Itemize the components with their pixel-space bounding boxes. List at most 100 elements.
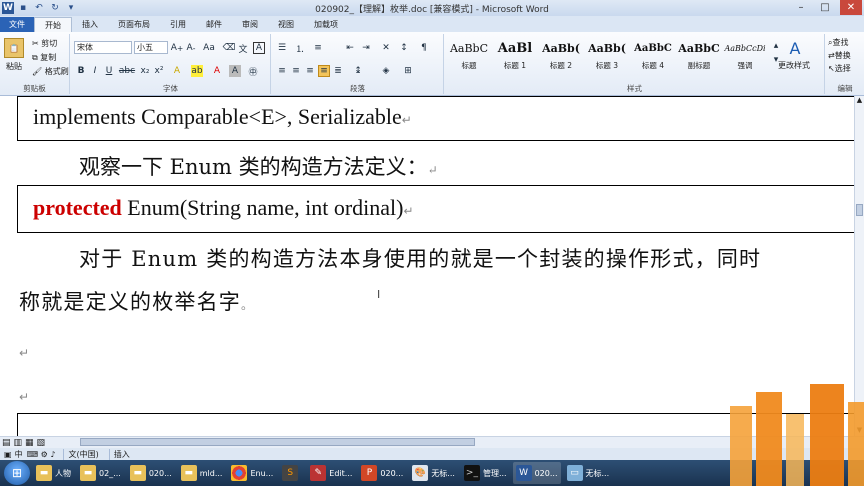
decrease-indent-icon[interactable]: ⇤ bbox=[344, 42, 356, 54]
align-center-icon[interactable]: ≡ bbox=[290, 65, 302, 77]
taskbar-item[interactable]: >_ 管理... bbox=[461, 462, 510, 484]
multilevel-list-icon[interactable]: ≡ bbox=[312, 42, 324, 54]
style-heading-1[interactable]: AaBl 标题 1 bbox=[493, 38, 537, 76]
style-title[interactable]: AaBbC 标题 bbox=[447, 38, 491, 76]
align-left-icon[interactable]: ≡ bbox=[276, 65, 288, 77]
highlight-icon[interactable]: ab bbox=[191, 65, 203, 77]
char-border-icon[interactable]: A bbox=[253, 42, 265, 54]
undo-icon[interactable]: ↶ bbox=[32, 2, 46, 14]
save-icon[interactable]: ▪ bbox=[16, 2, 30, 14]
shrink-font-icon[interactable]: A- bbox=[185, 42, 197, 54]
task-label: 无标... bbox=[585, 468, 610, 478]
view-outline-icon[interactable]: ▥ bbox=[14, 438, 23, 448]
text-effects-icon[interactable]: A bbox=[171, 65, 183, 77]
tab-mailings[interactable]: 邮件 bbox=[196, 17, 232, 32]
style-subtitle[interactable]: AaBbC 副标题 bbox=[677, 38, 721, 76]
shading-icon[interactable]: ◈ bbox=[380, 65, 392, 77]
bullets-icon[interactable]: ☰ bbox=[276, 42, 288, 54]
find-button[interactable]: ⌕ 查找 bbox=[828, 37, 848, 48]
enclose-char-icon[interactable]: ㊥ bbox=[247, 65, 259, 78]
taskbar-item[interactable]: P 020... bbox=[358, 462, 406, 484]
view-web-icon[interactable]: ▧ bbox=[37, 438, 46, 448]
chinese-layout-icon[interactable]: ✕ bbox=[380, 42, 392, 54]
font-size-select[interactable]: 小五 bbox=[134, 41, 168, 54]
change-case-icon[interactable]: Aa bbox=[203, 42, 215, 54]
grow-font-icon[interactable]: A + bbox=[171, 42, 183, 54]
horizontal-scroll-thumb[interactable] bbox=[80, 438, 475, 446]
status-ime-icon[interactable]: ▣ bbox=[4, 450, 12, 459]
tab-home[interactable]: 开始 bbox=[34, 17, 72, 32]
vertical-scroll-thumb[interactable] bbox=[856, 204, 863, 216]
borders-icon[interactable]: ⊞ bbox=[402, 65, 414, 77]
char-shading-icon[interactable]: A bbox=[229, 65, 241, 77]
taskbar-item[interactable]: ▬ mld... bbox=[178, 462, 226, 484]
taskbar-item[interactable]: ▬ 020... bbox=[127, 462, 175, 484]
style-name: 强调 bbox=[737, 61, 753, 70]
scroll-up-icon[interactable]: ▲ bbox=[855, 96, 864, 106]
style-heading-3[interactable]: AaBb(标题 3 bbox=[585, 38, 629, 76]
taskbar-item[interactable]: ▬ 人物 bbox=[33, 462, 74, 484]
justify-icon[interactable]: ≡ bbox=[318, 65, 330, 77]
tab-references[interactable]: 引用 bbox=[160, 17, 196, 32]
status-ime-tools-icon[interactable]: ⌨ ⚙ ♪ bbox=[27, 450, 56, 459]
sort-icon[interactable]: ↕ bbox=[398, 42, 410, 54]
tab-page-layout[interactable]: 页面布局 bbox=[108, 17, 160, 32]
font-color-icon[interactable]: A bbox=[211, 65, 223, 77]
word-app-icon[interactable]: W bbox=[2, 2, 14, 14]
show-marks-icon[interactable]: ¶ bbox=[418, 42, 430, 54]
view-layout-icon[interactable]: ▤ bbox=[2, 438, 11, 448]
taskbar-item[interactable]: S bbox=[279, 462, 304, 484]
tab-file[interactable]: 文件 bbox=[0, 17, 34, 32]
view-draft-icon[interactable]: ▦ bbox=[25, 438, 34, 448]
styles-scroll-up-icon[interactable]: ▴ bbox=[770, 40, 782, 52]
copy-button[interactable]: ⧉ 复制 bbox=[32, 52, 56, 63]
taskbar-item[interactable]: ▬ 02_... bbox=[77, 462, 124, 484]
tab-addins[interactable]: 加载项 bbox=[304, 17, 348, 32]
increase-indent-icon[interactable]: ⇥ bbox=[360, 42, 372, 54]
start-button[interactable]: ⊞ bbox=[4, 461, 30, 485]
minimize-icon[interactable]: – bbox=[790, 0, 812, 15]
bold-icon[interactable]: B bbox=[75, 65, 87, 77]
ribbon: 📋 粘贴 ✂ 剪切 ⧉ 复制 🖌 格式刷 剪贴板 宋体 小五 A + A- Aa … bbox=[0, 32, 864, 96]
taskbar-item[interactable]: 🎨 无标... bbox=[409, 462, 458, 484]
underline-icon[interactable]: U bbox=[103, 65, 115, 77]
subscript-icon[interactable]: x₂ bbox=[139, 65, 151, 77]
qat-dropdown-icon[interactable]: ▾ bbox=[64, 2, 78, 14]
style-emphasis[interactable]: AaBbCcDi 强调 bbox=[723, 38, 767, 76]
document-area[interactable]: implements Comparable<E>, Serializable↵ … bbox=[0, 96, 854, 436]
align-right-icon[interactable]: ≡ bbox=[304, 65, 316, 77]
clear-format-icon[interactable]: ⌫ bbox=[223, 42, 236, 54]
redo-icon[interactable]: ↻ bbox=[48, 2, 62, 14]
taskbar-item[interactable]: Enu... bbox=[228, 462, 276, 484]
italic-icon[interactable]: I bbox=[89, 65, 101, 77]
tab-view[interactable]: 视图 bbox=[268, 17, 304, 32]
tab-review[interactable]: 审阅 bbox=[232, 17, 268, 32]
strikethrough-icon[interactable]: abc bbox=[119, 65, 135, 77]
close-icon[interactable]: ✕ bbox=[840, 0, 862, 15]
paste-icon[interactable]: 📋 bbox=[4, 38, 24, 58]
chrome-icon bbox=[231, 465, 248, 481]
superscript-icon[interactable]: x² bbox=[153, 65, 165, 77]
taskbar-item[interactable]: ✎ Edit... bbox=[307, 462, 355, 484]
style-heading-2[interactable]: AaBb(标题 2 bbox=[539, 38, 583, 76]
taskbar-item[interactable]: W 020... bbox=[512, 462, 561, 484]
distributed-icon[interactable]: ≣ bbox=[332, 65, 344, 77]
taskbar-item[interactable]: ▭ 无标... bbox=[564, 462, 613, 484]
cut-button[interactable]: ✂ 剪切 bbox=[32, 38, 57, 49]
change-styles-button[interactable]: 更改样式 bbox=[778, 60, 810, 71]
change-styles-icon[interactable]: A bbox=[785, 38, 805, 58]
select-button[interactable]: ↖ 选择 bbox=[828, 63, 851, 74]
tab-insert[interactable]: 插入 bbox=[72, 17, 108, 32]
phonetic-guide-icon[interactable]: 文 bbox=[237, 42, 249, 55]
status-insert-mode[interactable]: 插入 bbox=[108, 448, 134, 460]
format-painter-button[interactable]: 🖌 格式刷 bbox=[32, 66, 69, 77]
status-language[interactable]: 文(中国) bbox=[63, 448, 102, 460]
font-name-select[interactable]: 宋体 bbox=[74, 41, 132, 54]
numbering-icon[interactable]: ⒈ bbox=[294, 42, 306, 55]
replace-button[interactable]: ⇄ 替换 bbox=[828, 50, 851, 61]
style-heading-4[interactable]: AaBbC 标题 4 bbox=[631, 38, 675, 76]
status-ime[interactable]: 中 bbox=[15, 449, 23, 460]
line-spacing-icon[interactable]: ↨ bbox=[352, 65, 364, 77]
paste-button[interactable]: 粘贴 bbox=[6, 61, 22, 72]
maximize-icon[interactable]: □ bbox=[814, 0, 836, 15]
